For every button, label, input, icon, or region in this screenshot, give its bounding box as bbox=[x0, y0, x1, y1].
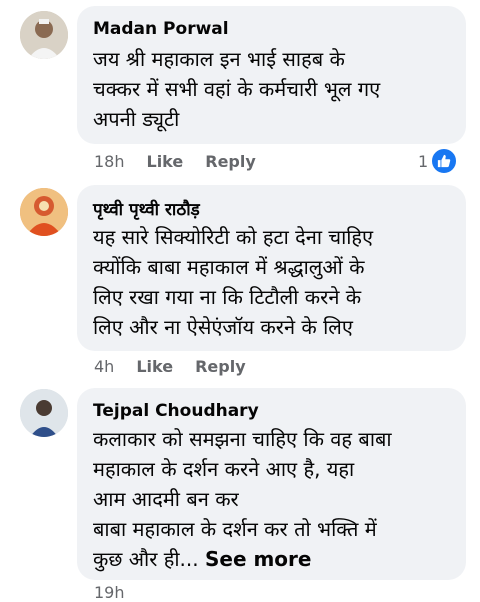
see-more-link[interactable]: See more bbox=[205, 547, 312, 571]
comment-line: क्योंकि बाबा महाकाल में श्रद्धालुओं के bbox=[93, 255, 365, 279]
comment-line: लिए रखा गया ना कि टिटौली करने के bbox=[93, 285, 362, 309]
comment-line: कलाकार को समझना चाहिए कि वह बाबा bbox=[93, 427, 392, 451]
comment-text: यह सारे सिक्योरिटी को हटा देना चाहिए क्य… bbox=[93, 222, 373, 342]
avatar[interactable] bbox=[20, 389, 68, 437]
comment-line: जय श्री महाकाल इन भाई साहब के bbox=[93, 47, 345, 71]
comment-line: बाबा महाकाल के दर्शन कर तो भक्ति में bbox=[93, 517, 377, 541]
like-button[interactable]: Like bbox=[136, 357, 173, 376]
comment-line: चक्कर में सभी वहां के कर्मचारी भूल गए bbox=[93, 77, 381, 101]
timestamp[interactable]: 4h bbox=[94, 357, 114, 376]
comment-line: यह सारे सिक्योरिटी को हटा देना चाहिए bbox=[93, 225, 374, 249]
comment-line: महाकाल के दर्शन करने आए है, यहा bbox=[93, 457, 355, 481]
comment-bubble: पृथ्वी पृथ्वी राठौड़ यह सारे सिक्योरिटी … bbox=[77, 185, 466, 351]
thumbs-up-icon bbox=[430, 147, 459, 175]
comment-line: लिए और ना ऐसेएंजॉय करने के लिए bbox=[93, 315, 353, 339]
comment-bubble: Madan Porwal जय श्री महाकाल इन भाई साहब … bbox=[77, 6, 466, 144]
comment-actions: 4h Like Reply bbox=[94, 357, 246, 376]
reply-button[interactable]: Reply bbox=[205, 152, 256, 171]
like-button[interactable]: Like bbox=[147, 152, 184, 171]
comment-line: कुछ और ही... See more bbox=[93, 544, 392, 574]
comment-text: जय श्री महाकाल इन भाई साहब के चक्कर में … bbox=[93, 44, 380, 134]
reply-button[interactable]: Reply bbox=[195, 357, 246, 376]
comment-text: कलाकार को समझना चाहिए कि वह बाबा महाकाल … bbox=[93, 424, 392, 574]
timestamp[interactable]: 18h bbox=[94, 152, 125, 171]
comment-line: अपनी ड्यूटी bbox=[93, 107, 180, 131]
reaction-count: 1 bbox=[418, 151, 429, 171]
comment-line: आम आदमी बन कर bbox=[93, 487, 239, 511]
timestamp[interactable]: 19h bbox=[94, 583, 125, 602]
author-name[interactable]: Madan Porwal bbox=[93, 19, 229, 39]
comment-actions: 18h Like Reply bbox=[94, 152, 256, 171]
author-name[interactable]: पृथ्वी पृथ्वी राठौड़ bbox=[93, 197, 200, 220]
comment-line-text: कुछ और ही... bbox=[93, 547, 199, 571]
avatar[interactable] bbox=[20, 11, 68, 59]
reaction-summary[interactable]: 1 bbox=[418, 147, 459, 175]
avatar[interactable] bbox=[20, 188, 68, 236]
author-name[interactable]: Tejpal Choudhary bbox=[93, 401, 259, 421]
comment-actions: 19h bbox=[94, 583, 125, 602]
comment-bubble: Tejpal Choudhary कलाकार को समझना चाहिए क… bbox=[77, 388, 466, 580]
